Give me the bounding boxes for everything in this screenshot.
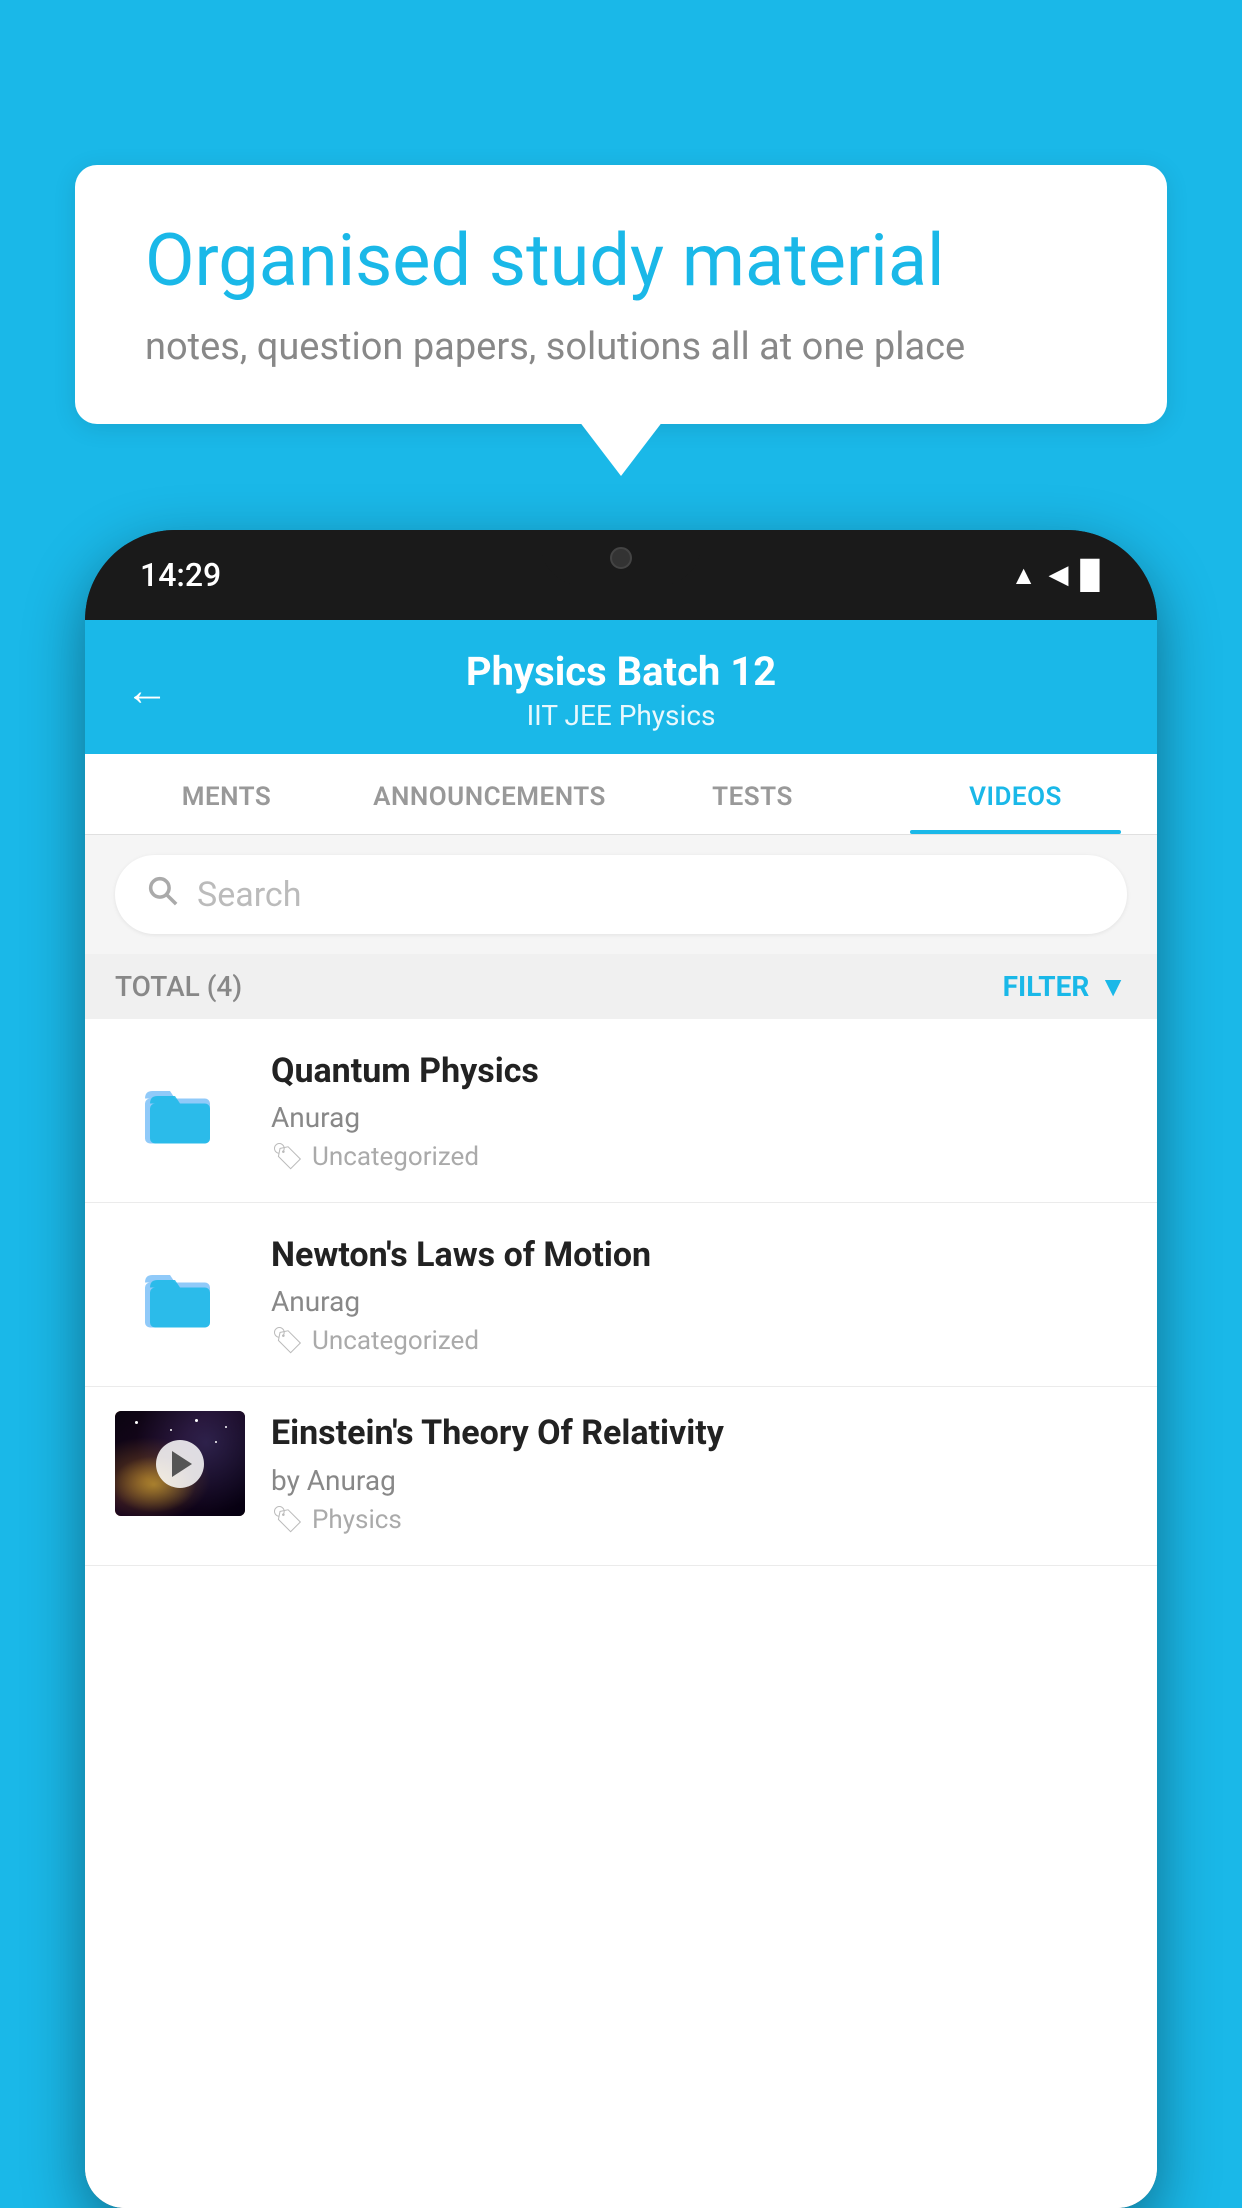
search-bar-container: Search — [85, 835, 1157, 954]
tag-icon-3: 🏷 — [271, 1505, 304, 1535]
battery-icon: ▉ — [1080, 559, 1102, 592]
video-title-2: Newton's Laws of Motion — [271, 1233, 1127, 1277]
tag-icon-2: 🏷 — [271, 1326, 304, 1356]
tab-announcements[interactable]: ANNOUNCEMENTS — [358, 754, 621, 834]
folder-thumb-2 — [115, 1247, 245, 1342]
video-title-1: Quantum Physics — [271, 1049, 1127, 1093]
tabs-bar: MENTS ANNOUNCEMENTS TESTS VIDEOS — [85, 754, 1157, 835]
phone-notch — [541, 530, 701, 585]
tab-videos[interactable]: VIDEOS — [884, 754, 1147, 834]
status-icons: ▲ ◀ ▉ — [1011, 559, 1102, 592]
phone-camera — [610, 547, 632, 569]
video-title-3: Einstein's Theory Of Relativity — [271, 1411, 1127, 1455]
list-item[interactable]: Einstein's Theory Of Relativity by Anura… — [85, 1387, 1157, 1565]
filter-label: FILTER — [1003, 970, 1090, 1003]
app-screen: ← Physics Batch 12 IIT JEE Physics MENTS… — [85, 620, 1157, 2208]
search-placeholder: Search — [197, 875, 301, 915]
filter-button[interactable]: FILTER ▼ — [1003, 970, 1127, 1003]
header-title-group: Physics Batch 12 IIT JEE Physics — [199, 648, 1043, 732]
video-tag-2: 🏷 Uncategorized — [271, 1326, 1127, 1356]
status-time: 14:29 — [140, 556, 221, 594]
hero-subtitle: notes, question papers, solutions all at… — [145, 325, 1097, 369]
hero-title: Organised study material — [145, 220, 1097, 303]
status-bar: 14:29 ▲ ◀ ▉ — [85, 530, 1157, 620]
video-author-1: Anurag — [271, 1101, 1127, 1134]
tag-label-3: Physics — [312, 1505, 402, 1535]
video-list: Quantum Physics Anurag 🏷 Uncategorized — [85, 1019, 1157, 2208]
tag-label-2: Uncategorized — [312, 1326, 479, 1356]
play-triangle-icon — [172, 1451, 192, 1477]
batch-title: Physics Batch 12 — [199, 648, 1043, 695]
video-author-2: Anurag — [271, 1285, 1127, 1318]
tag-icon-1: 🏷 — [271, 1142, 304, 1172]
signal-icon: ◀ — [1048, 560, 1068, 590]
video-tag-3: 🏷 Physics — [271, 1505, 1127, 1535]
tag-label-1: Uncategorized — [312, 1142, 479, 1172]
folder-thumb-1 — [115, 1063, 245, 1158]
batch-subtitle: IIT JEE Physics — [199, 699, 1043, 732]
video-info-3: Einstein's Theory Of Relativity by Anura… — [271, 1411, 1127, 1534]
video-info-1: Quantum Physics Anurag 🏷 Uncategorized — [271, 1049, 1127, 1172]
einstein-thumb — [115, 1411, 245, 1516]
total-count: TOTAL (4) — [115, 970, 242, 1003]
play-button[interactable] — [156, 1440, 204, 1488]
wifi-icon: ▲ — [1011, 560, 1037, 591]
list-item[interactable]: Newton's Laws of Motion Anurag 🏷 Uncateg… — [85, 1203, 1157, 1387]
video-tag-1: 🏷 Uncategorized — [271, 1142, 1127, 1172]
tab-tests[interactable]: TESTS — [621, 754, 884, 834]
phone-frame: 14:29 ▲ ◀ ▉ ← Physics Batch 12 IIT JEE P… — [85, 530, 1157, 2208]
search-icon — [145, 873, 179, 916]
search-bar[interactable]: Search — [115, 855, 1127, 934]
hero-card: Organised study material notes, question… — [75, 165, 1167, 424]
video-author-3: by Anurag — [271, 1464, 1127, 1497]
tab-ments[interactable]: MENTS — [95, 754, 358, 834]
back-button[interactable]: ← — [125, 664, 169, 716]
filter-funnel-icon: ▼ — [1099, 970, 1127, 1003]
filter-row: TOTAL (4) FILTER ▼ — [85, 954, 1157, 1019]
list-item[interactable]: Quantum Physics Anurag 🏷 Uncategorized — [85, 1019, 1157, 1203]
app-header: ← Physics Batch 12 IIT JEE Physics — [85, 620, 1157, 754]
video-info-2: Newton's Laws of Motion Anurag 🏷 Uncateg… — [271, 1233, 1127, 1356]
